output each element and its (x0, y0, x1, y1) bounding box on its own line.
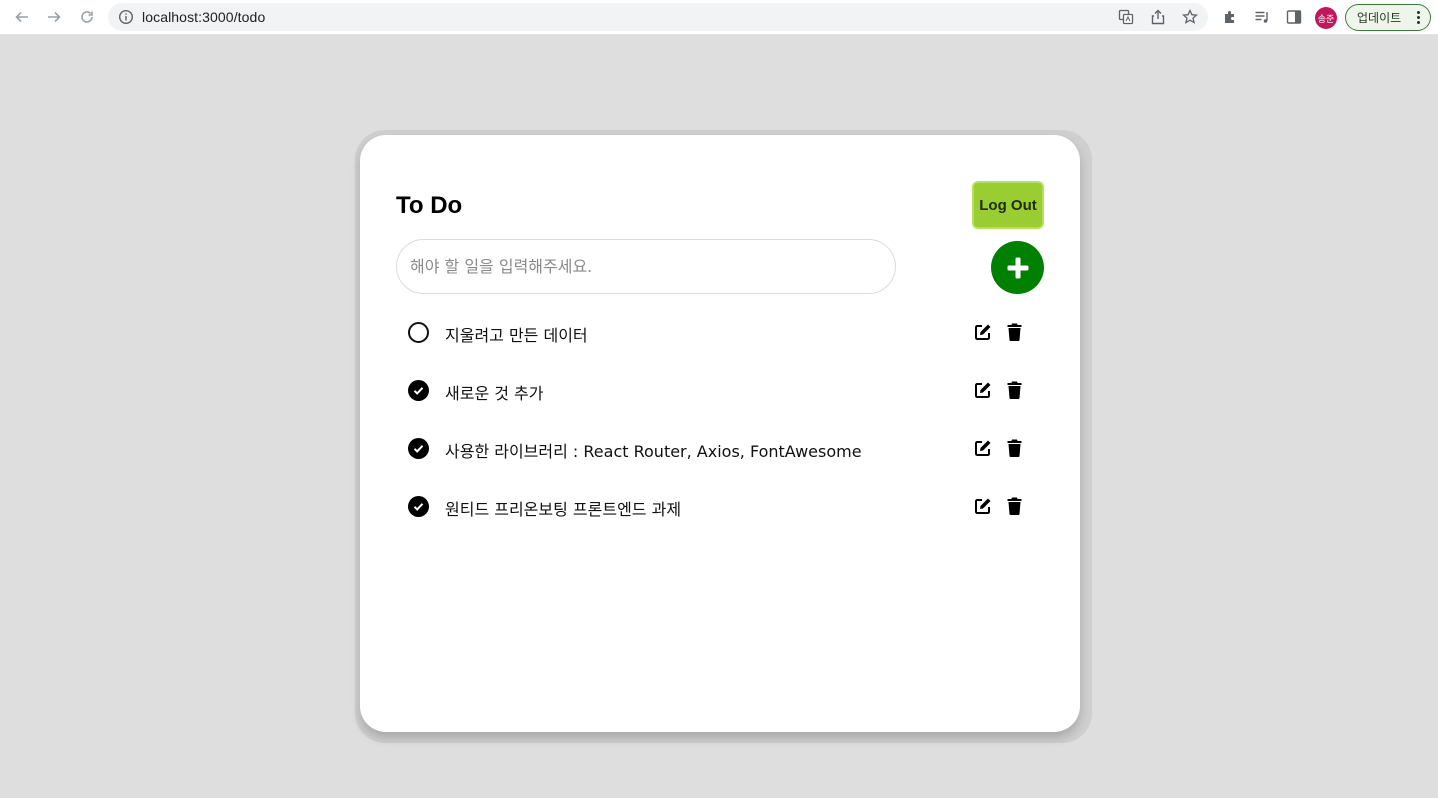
media-control-icon[interactable] (1254, 9, 1270, 25)
unchecked-circle-icon[interactable] (408, 322, 429, 343)
checked-circle-icon[interactable] (408, 380, 429, 401)
todo-input[interactable] (396, 239, 896, 294)
share-icon[interactable] (1150, 9, 1166, 25)
todo-item: 원티드 프리온보팅 프론트엔드 과제 (396, 477, 1044, 535)
url-text: localhost:3000/todo (142, 9, 266, 25)
logout-button[interactable]: Log Out (972, 181, 1044, 229)
bookmark-star-icon[interactable] (1182, 9, 1198, 25)
page-title: To Do (396, 192, 463, 219)
profile-avatar[interactable]: 송준 (1315, 7, 1337, 29)
checked-circle-icon[interactable] (408, 438, 429, 459)
back-icon[interactable] (11, 6, 33, 28)
trash-icon[interactable] (1007, 439, 1022, 457)
address-bar[interactable]: localhost:3000/todo (108, 3, 1208, 31)
todo-text: 사용한 라이브러리 : React Router, Axios, FontAwe… (445, 442, 862, 461)
todo-item: 지울려고 만든 데이터 (396, 303, 1044, 361)
add-todo-button[interactable] (991, 241, 1044, 294)
todo-text: 지울려고 만든 데이터 (445, 326, 588, 345)
update-button-label: 업데이트 (1357, 11, 1402, 25)
edit-icon[interactable] (974, 323, 992, 341)
todo-list: 지울려고 만든 데이터 새로운 것 추가 사용한 라이브러리 : React R… (396, 303, 1044, 535)
checked-circle-icon[interactable] (408, 496, 429, 517)
todo-item: 새로운 것 추가 (396, 361, 1044, 419)
trash-icon[interactable] (1007, 323, 1022, 341)
plus-icon (1007, 257, 1028, 278)
side-panel-icon[interactable] (1286, 9, 1302, 25)
forward-icon[interactable] (43, 6, 65, 28)
edit-icon[interactable] (974, 497, 992, 515)
browser-toolbar: localhost:3000/todo 송준 업데이트 (0, 0, 1438, 35)
more-menu-icon (1417, 11, 1420, 25)
update-button[interactable]: 업데이트 (1345, 4, 1431, 31)
todo-item: 사용한 라이브러리 : React Router, Axios, FontAwe… (396, 419, 1044, 477)
trash-icon[interactable] (1007, 381, 1022, 399)
translate-icon[interactable] (1118, 9, 1134, 25)
extensions-icon[interactable] (1222, 9, 1238, 25)
info-icon[interactable] (118, 9, 134, 25)
todo-text: 원티드 프리온보팅 프론트엔드 과제 (445, 500, 682, 519)
todo-card: To Do Log Out 지울려고 만든 데이터 새로운 것 추가 사용한 라… (360, 135, 1080, 732)
trash-icon[interactable] (1007, 497, 1022, 515)
todo-text: 새로운 것 추가 (445, 384, 544, 403)
edit-icon[interactable] (974, 381, 992, 399)
edit-icon[interactable] (974, 439, 992, 457)
reload-icon[interactable] (76, 6, 98, 28)
